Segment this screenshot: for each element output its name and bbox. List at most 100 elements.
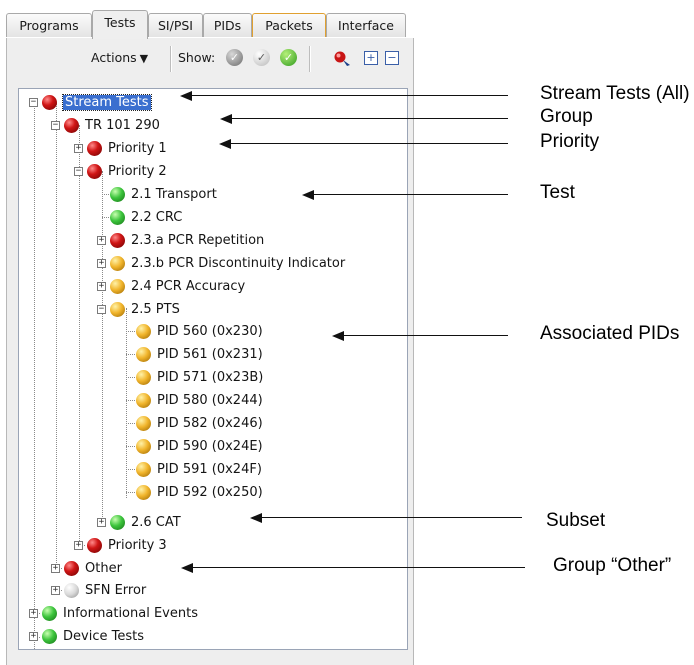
pin-filter-icon[interactable] (333, 50, 353, 68)
tree-node-2-3b-pcr-discontinuity[interactable]: + 2.3.b PCR Discontinuity Indicator (97, 252, 345, 274)
status-error-icon (110, 232, 125, 248)
tree-node-2-2-crc[interactable]: 2.2 CRC (110, 206, 182, 228)
status-error-icon (42, 94, 57, 110)
node-label[interactable]: PID 591 (0x24F) (157, 462, 262, 477)
tab-packets[interactable]: Packets (252, 13, 326, 37)
collapse-all-icon[interactable]: − (385, 51, 399, 65)
node-label[interactable]: PID 560 (0x230) (157, 324, 263, 339)
tree-node-2-1-transport[interactable]: 2.1 Transport (110, 183, 217, 205)
collapse-toggle-icon[interactable]: − (74, 166, 83, 176)
tab-programs[interactable]: Programs (6, 13, 92, 37)
tree-line (102, 171, 103, 523)
tree-node-priority-2[interactable]: − Priority 2 (74, 160, 167, 182)
node-label[interactable]: Device Tests (63, 629, 144, 644)
tree-node-pid[interactable]: PID 591 (0x24F) (136, 458, 262, 480)
status-error-icon (87, 140, 102, 156)
expand-toggle-icon[interactable]: + (74, 540, 83, 550)
node-label[interactable]: Stream Tests (62, 93, 152, 111)
tree-node-pid[interactable]: PID 571 (0x23B) (136, 366, 263, 388)
expand-toggle-icon[interactable]: + (29, 608, 38, 618)
node-label[interactable]: 2.3.b PCR Discontinuity Indicator (131, 256, 345, 271)
tab-pids[interactable]: PIDs (203, 13, 252, 37)
tree-node-other[interactable]: + Other (51, 557, 122, 579)
status-warning-icon (136, 323, 151, 339)
grey-check-icon[interactable]: ✓ (226, 49, 243, 66)
node-label[interactable]: Other (85, 561, 122, 576)
status-ok-icon (110, 209, 125, 225)
node-label[interactable]: PID 561 (0x231) (157, 347, 263, 362)
tree-node-stream-tests[interactable]: − Stream Tests (29, 91, 152, 113)
tree-line (34, 103, 35, 649)
expand-toggle-icon[interactable]: + (29, 631, 38, 641)
node-label[interactable]: PID 590 (0x24E) (157, 439, 263, 454)
node-label[interactable]: PID 571 (0x23B) (157, 370, 263, 385)
tree-node-priority-1[interactable]: + Priority 1 (74, 137, 167, 159)
tree-node-2-3a-pcr-repetition[interactable]: + 2.3.a PCR Repetition (97, 229, 264, 251)
node-label[interactable]: 2.5 PTS (131, 302, 180, 317)
status-ok-icon (42, 628, 57, 644)
status-warning-icon (110, 278, 125, 294)
node-label[interactable]: PID 580 (0x244) (157, 393, 263, 408)
node-label[interactable]: PID 582 (0x246) (157, 416, 263, 431)
callout-arrowhead (180, 91, 192, 101)
tree-node-2-6-cat[interactable]: + 2.6 CAT (97, 511, 181, 533)
white-check-icon[interactable]: ✓ (253, 49, 270, 66)
node-label[interactable]: SFN Error (85, 583, 146, 598)
node-label[interactable]: Priority 2 (108, 164, 167, 179)
status-warning-icon (136, 484, 151, 500)
tree-node-pid[interactable]: PID 582 (0x246) (136, 412, 263, 434)
callout-priority: Priority (540, 131, 600, 152)
expand-all-icon[interactable]: + (364, 51, 378, 65)
tree-node-pid[interactable]: PID 561 (0x231) (136, 343, 263, 365)
actions-menu-button[interactable]: Actions ▼ (91, 50, 148, 65)
tree-node-pid[interactable]: PID 560 (0x230) (136, 320, 263, 342)
tab-interface[interactable]: Interface (326, 13, 406, 37)
expand-toggle-icon[interactable]: + (51, 563, 60, 573)
expand-toggle-icon[interactable]: + (97, 258, 106, 268)
status-warning-icon (136, 346, 151, 362)
node-label[interactable]: 2.3.a PCR Repetition (131, 233, 264, 248)
tab-tests[interactable]: Tests (92, 10, 148, 39)
status-error-icon (87, 537, 102, 553)
tree-node-priority-3[interactable]: + Priority 3 (74, 534, 167, 556)
node-label[interactable]: 2.6 CAT (131, 515, 181, 530)
expand-toggle-icon[interactable]: + (97, 281, 106, 291)
expand-toggle-icon[interactable]: + (97, 517, 106, 527)
status-warning-icon (136, 369, 151, 385)
callout-arrowhead (302, 190, 314, 200)
callout-group-other: Group “Other” (553, 555, 672, 576)
status-inactive-icon (64, 582, 79, 598)
tree-node-2-4-pcr-accuracy[interactable]: + 2.4 PCR Accuracy (97, 275, 245, 297)
tree-node-tr101290[interactable]: − TR 101 290 (51, 114, 160, 136)
callout-stream-tests-all: Stream Tests (All) (540, 83, 690, 104)
node-label[interactable]: Priority 3 (108, 538, 167, 553)
node-label[interactable]: 2.1 Transport (131, 187, 217, 202)
tab-si-psi[interactable]: SI/PSI (148, 13, 203, 37)
tree-node-2-5-pts[interactable]: − 2.5 PTS (97, 298, 180, 320)
tree-node-pid[interactable]: PID 580 (0x244) (136, 389, 263, 411)
status-warning-icon (136, 392, 151, 408)
tree-node-informational-events[interactable]: + Informational Events (29, 602, 198, 624)
status-ok-icon (110, 186, 125, 202)
green-check-icon[interactable]: ✓ (280, 49, 297, 66)
expand-toggle-icon[interactable]: + (51, 585, 60, 595)
tree-node-pid[interactable]: PID 592 (0x250) (136, 481, 263, 503)
node-label[interactable]: 2.4 PCR Accuracy (131, 279, 245, 294)
collapse-toggle-icon[interactable]: − (97, 304, 106, 314)
actions-label: Actions (91, 50, 137, 65)
tree-node-pid[interactable]: PID 590 (0x24E) (136, 435, 263, 457)
node-label[interactable]: 2.2 CRC (131, 210, 182, 225)
status-error-icon (87, 163, 102, 179)
node-label[interactable]: Priority 1 (108, 141, 167, 156)
expand-toggle-icon[interactable]: + (74, 143, 83, 153)
node-label[interactable]: PID 592 (0x250) (157, 485, 263, 500)
status-ok-icon (110, 514, 125, 530)
collapse-toggle-icon[interactable]: − (51, 120, 60, 130)
node-label[interactable]: TR 101 290 (85, 118, 160, 133)
node-label[interactable]: Informational Events (63, 606, 198, 621)
callout-arrow-line (342, 335, 508, 336)
tree-node-sfn-error[interactable]: + SFN Error (51, 579, 146, 601)
collapse-toggle-icon[interactable]: − (29, 97, 38, 107)
expand-toggle-icon[interactable]: + (97, 235, 106, 245)
tree-node-device-tests[interactable]: + Device Tests (29, 625, 144, 647)
